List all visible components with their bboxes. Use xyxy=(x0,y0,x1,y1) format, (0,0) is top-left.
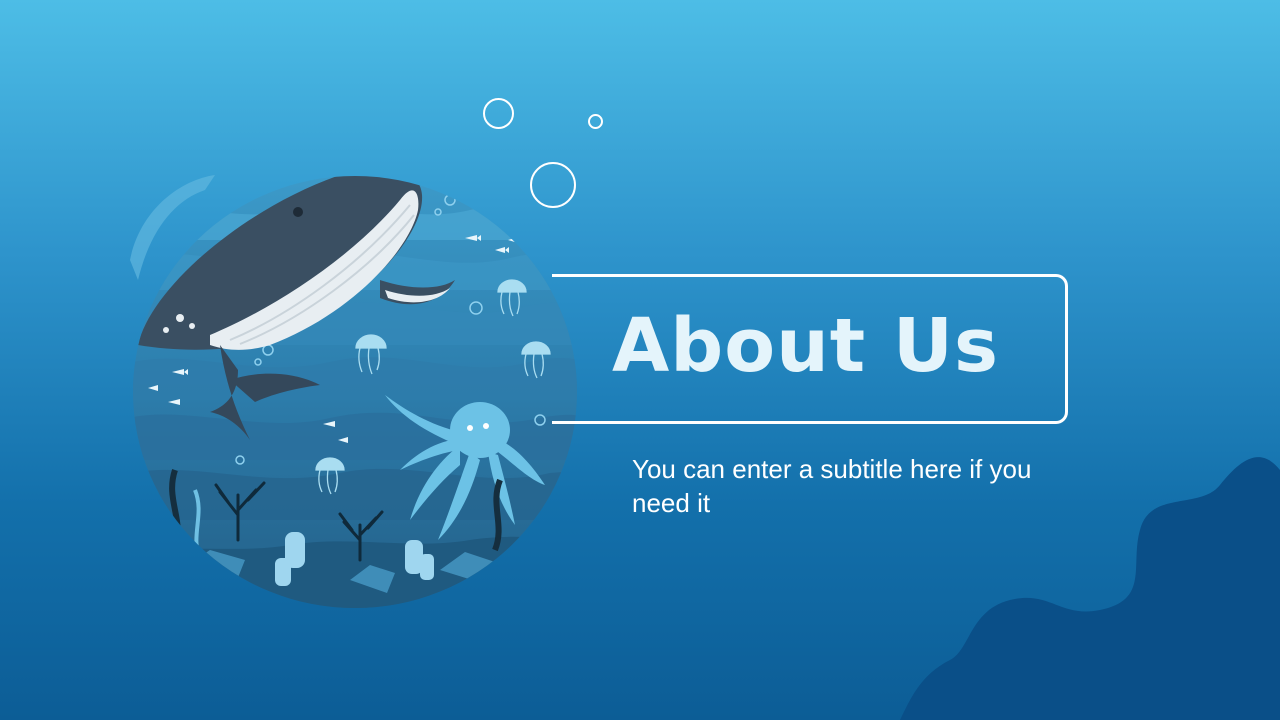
bubble-icon xyxy=(588,114,603,129)
slide-subtitle: You can enter a subtitle here if you nee… xyxy=(632,454,1032,518)
ocean-illustration xyxy=(130,175,577,608)
slide-canvas: About Us You can enter a subtitle here i… xyxy=(0,0,1280,720)
bubble-icon xyxy=(483,98,514,129)
slide-title: About Us xyxy=(612,303,1000,389)
